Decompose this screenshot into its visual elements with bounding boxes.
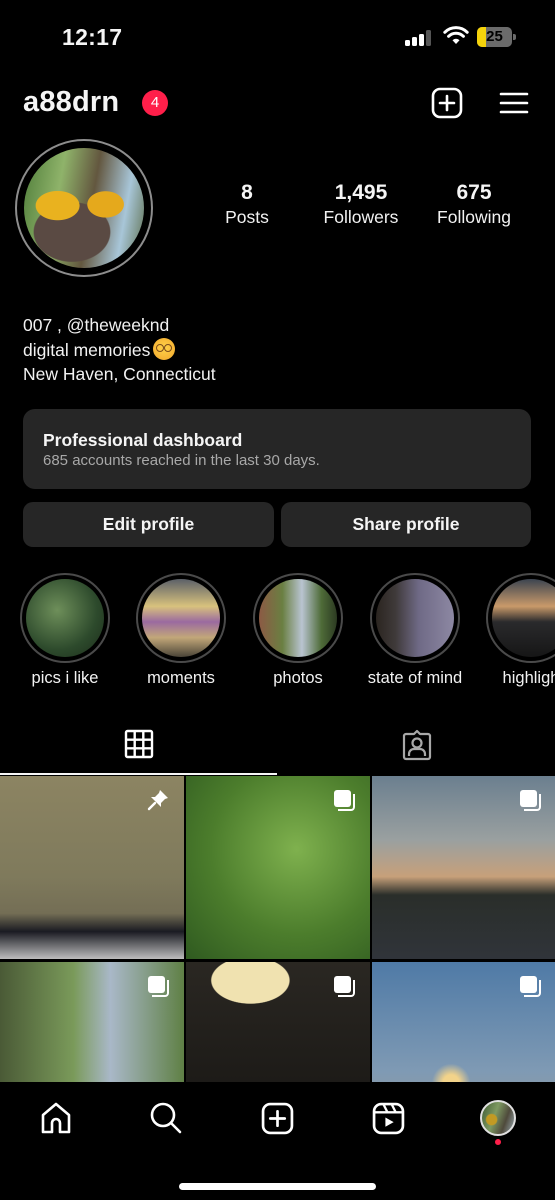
profile-avatar-small xyxy=(480,1100,516,1136)
dashboard-title: Professional dashboard xyxy=(43,430,243,450)
carousel-icon xyxy=(334,790,355,811)
grid-icon xyxy=(124,729,153,759)
highlight-item[interactable]: pics i like xyxy=(17,573,113,688)
dashboard-subtitle: 685 accounts reached in the last 30 days… xyxy=(43,452,320,469)
create-icon xyxy=(431,87,463,119)
status-bar: 12:17 25 xyxy=(0,0,555,70)
carousel-icon xyxy=(148,976,169,997)
stat-label: Followers xyxy=(323,207,399,227)
posts-grid xyxy=(0,776,555,1082)
cellular-signal-icon xyxy=(405,30,435,46)
post-thumbnail[interactable] xyxy=(0,962,184,1082)
spiral-eyes-emoji-icon xyxy=(153,337,176,360)
highlight-item[interactable]: moments xyxy=(133,573,229,688)
highlight-label: photos xyxy=(273,669,323,687)
nav-create[interactable] xyxy=(255,1096,299,1140)
username[interactable]: a88drn xyxy=(23,86,119,119)
search-icon xyxy=(150,1102,182,1134)
highlight-item[interactable]: state of mind xyxy=(367,573,463,688)
highlight-cover xyxy=(376,579,454,657)
tab-tagged[interactable] xyxy=(278,715,555,775)
notification-badge: 4 xyxy=(142,90,168,116)
status-time: 12:17 xyxy=(62,24,123,50)
profile-tabs xyxy=(0,715,555,777)
bio-line-2: digital memories xyxy=(23,337,216,363)
highlight-item[interactable]: highligh xyxy=(483,573,555,688)
home-icon xyxy=(41,1102,71,1134)
post-thumbnail[interactable] xyxy=(186,962,370,1082)
highlight-cover xyxy=(142,579,220,657)
nav-reels[interactable] xyxy=(366,1096,410,1140)
nav-search[interactable] xyxy=(144,1096,188,1140)
menu-icon xyxy=(499,92,529,114)
tagged-person-icon xyxy=(402,729,431,761)
create-icon xyxy=(261,1102,293,1134)
highlight-cover xyxy=(26,579,104,657)
home-indicator[interactable] xyxy=(179,1183,376,1190)
highlight-label: state of mind xyxy=(367,669,463,687)
highlight-label: moments xyxy=(147,669,215,687)
stat-label: Following xyxy=(437,207,511,227)
carousel-icon xyxy=(520,790,541,811)
post-thumbnail[interactable] xyxy=(372,776,555,959)
stat-value: 1,495 xyxy=(334,181,388,204)
carousel-icon xyxy=(334,976,355,997)
menu-button[interactable] xyxy=(497,86,531,120)
highlight-cover xyxy=(259,579,337,657)
profile-bio: 007 , @theweeknd digital memories New Ha… xyxy=(23,313,216,387)
wifi-icon xyxy=(443,26,469,44)
profile-notification-dot xyxy=(495,1139,501,1145)
highlight-cover xyxy=(492,579,555,657)
create-button[interactable] xyxy=(430,86,464,120)
bio-line-1: 007 , @theweeknd xyxy=(23,315,170,335)
professional-dashboard-card[interactable]: Professional dashboard 685 accounts reac… xyxy=(23,409,531,489)
battery-icon: 25 xyxy=(477,27,516,47)
reels-icon xyxy=(372,1102,404,1134)
profile-avatar[interactable] xyxy=(15,139,153,277)
carousel-icon xyxy=(520,976,541,997)
battery-percent: 25 xyxy=(486,28,503,45)
stat-followers[interactable]: 1,495 Followers xyxy=(306,180,416,228)
bio-location: New Haven, Connecticut xyxy=(23,364,216,384)
stat-posts[interactable]: 8 Posts xyxy=(192,180,302,228)
stat-following[interactable]: 675 Following xyxy=(419,180,529,228)
pin-icon xyxy=(147,790,168,811)
stat-label: Posts xyxy=(225,207,269,227)
profile-header: a88drn 4 xyxy=(0,80,555,128)
bottom-navigation xyxy=(0,1082,555,1200)
profile-photo xyxy=(24,148,144,268)
bio-line-2-text: digital memories xyxy=(23,339,151,360)
profile-stats: 8 Posts 1,495 Followers 675 Following xyxy=(190,180,550,230)
post-thumbnail[interactable] xyxy=(186,776,370,959)
edit-profile-button[interactable]: Edit profile xyxy=(23,502,274,547)
nav-profile[interactable] xyxy=(476,1096,520,1140)
post-thumbnail[interactable] xyxy=(372,962,555,1082)
tab-posts-grid[interactable] xyxy=(0,715,277,775)
story-highlights[interactable]: pics i like moments photos state of mind… xyxy=(0,573,555,693)
highlight-label: pics i like xyxy=(31,669,99,687)
post-thumbnail[interactable] xyxy=(0,776,184,959)
share-profile-button[interactable]: Share profile xyxy=(281,502,531,547)
stat-value: 8 xyxy=(241,181,253,204)
highlight-item[interactable]: photos xyxy=(250,573,346,688)
stat-value: 675 xyxy=(456,181,492,204)
nav-home[interactable] xyxy=(34,1096,78,1140)
highlight-label: highligh xyxy=(502,669,555,687)
